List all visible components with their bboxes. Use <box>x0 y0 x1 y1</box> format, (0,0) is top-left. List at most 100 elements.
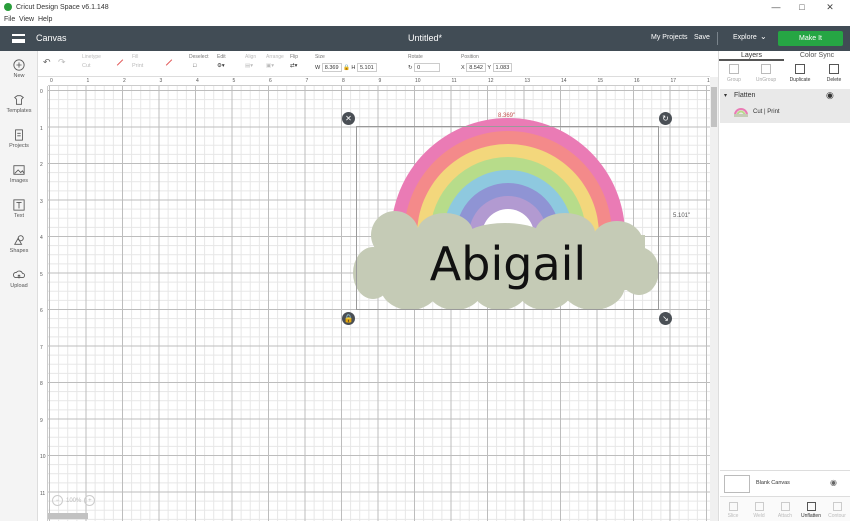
layers-panel: Layers Color Sync Group UnGroup Duplicat… <box>718 51 850 521</box>
ruler-tick-label: 10 <box>415 78 421 84</box>
window-title: Cricut Design Space v6.1.148 <box>16 4 109 11</box>
selection-box <box>356 126 659 310</box>
unflatten-label: Unflatten <box>800 513 821 519</box>
lock-handle-icon[interactable]: 🔒 <box>342 312 355 325</box>
zoom-in-icon[interactable]: + <box>84 495 96 506</box>
vertical-scrollbar[interactable] <box>710 77 718 521</box>
ruler-tick-label: 0 <box>50 78 53 84</box>
sidebar-item-label: New <box>13 73 25 79</box>
x-position-input[interactable]: 8.542 <box>466 63 486 72</box>
deselect-label: Deselect <box>189 54 209 60</box>
tab-color-sync[interactable]: Color Sync <box>784 51 850 61</box>
height-dimension-label: 5.101" <box>673 213 691 219</box>
menu-file[interactable]: File <box>4 16 15 23</box>
layer-item-label: Cut | Print <box>753 109 780 115</box>
fill-value: Print <box>132 63 144 69</box>
slice-button[interactable]: Slice <box>720 502 746 519</box>
projects-icon <box>15 129 23 141</box>
blank-canvas-row[interactable]: Blank Canvas ◉ <box>720 470 850 496</box>
linetype-color-swatch[interactable] <box>116 59 124 66</box>
minimize-icon[interactable]: — <box>766 2 786 12</box>
width-label: W <box>315 64 321 71</box>
save-button[interactable]: Save <box>694 34 710 41</box>
sidebar-item-projects[interactable]: Projects <box>0 129 38 149</box>
chevron-down-icon[interactable]: ⌄ <box>760 32 767 41</box>
height-input[interactable]: 5.101 <box>356 63 377 72</box>
attach-icon <box>780 502 790 511</box>
sidebar-item-new[interactable]: New <box>0 59 38 79</box>
undo-icon[interactable]: ↶ <box>43 57 51 68</box>
canvas-color-swatch[interactable] <box>724 475 750 493</box>
duplicate-label: Duplicate <box>789 77 811 83</box>
contour-label: Contour <box>828 513 846 519</box>
delete-button[interactable]: Delete <box>821 64 847 83</box>
rotate-handle-icon[interactable]: ↻ <box>659 112 672 125</box>
sidebar-item-text[interactable]: Text <box>0 199 38 219</box>
attach-button[interactable]: Attach <box>772 502 798 519</box>
contour-button[interactable]: Contour <box>824 502 850 519</box>
redo-icon[interactable]: ↷ <box>58 57 66 68</box>
ruler-tick-label: 5 <box>232 78 236 84</box>
horizontal-scrollbar[interactable] <box>48 513 88 519</box>
ruler-tick-label: 9 <box>378 78 382 84</box>
layer-item[interactable]: Cut | Print <box>720 103 850 123</box>
ruler-tick-label: 6 <box>269 78 272 84</box>
fill-color-swatch[interactable] <box>165 59 173 66</box>
close-window-icon[interactable]: ✕ <box>820 2 840 13</box>
rotate-input[interactable]: 0 <box>414 63 441 72</box>
left-sidebar: New Templates Projects Images Text Shape… <box>0 51 38 521</box>
y-position-input[interactable]: 1.083 <box>492 63 513 72</box>
ruler-tick-label: 12 <box>488 78 494 84</box>
height-label: H <box>351 64 356 71</box>
flip-label: Flip <box>290 54 299 60</box>
delete-handle-icon[interactable]: ✕ <box>342 112 355 125</box>
app-header: Canvas Untitled* My Projects Save Explor… <box>0 26 850 51</box>
window-title-bar: Cricut Design Space v6.1.148 — □ ✕ <box>0 0 850 15</box>
lock-ratio-icon[interactable]: 🔒 <box>343 65 350 71</box>
layer-thumbnail-icon <box>734 108 748 117</box>
linetype-label: Linetype <box>82 54 101 60</box>
scrollbar-thumb[interactable] <box>711 87 717 127</box>
eye-icon[interactable]: ◉ <box>826 90 834 101</box>
tab-layers[interactable]: Layers <box>719 51 784 61</box>
zoom-out-icon[interactable]: − <box>52 495 63 506</box>
ruler-tick-label: 4 <box>196 78 199 84</box>
size-label: Size <box>315 54 325 60</box>
make-it-button[interactable]: Make It <box>778 31 843 46</box>
sidebar-item-images[interactable]: Images <box>0 164 38 184</box>
ungroup-button[interactable]: UnGroup <box>753 64 779 83</box>
ruler-tick-label: 8 <box>342 78 345 84</box>
width-input[interactable]: 8.369 <box>321 63 342 72</box>
resize-handle-icon[interactable]: ↘ <box>659 312 672 325</box>
unflatten-button[interactable]: Unflatten <box>798 502 824 519</box>
rotate-label: Rotate <box>408 54 423 60</box>
sidebar-item-upload[interactable]: Upload <box>0 269 38 289</box>
chevron-down-icon[interactable]: ▾ <box>724 92 727 99</box>
text-icon <box>13 199 25 211</box>
weld-button[interactable]: Weld <box>746 502 772 519</box>
maximize-icon[interactable]: □ <box>792 2 812 12</box>
my-projects-link[interactable]: My Projects <box>651 34 688 41</box>
menu-help[interactable]: Help <box>38 16 52 23</box>
sidebar-item-templates[interactable]: Templates <box>0 94 38 114</box>
ungroup-icon <box>761 64 771 74</box>
duplicate-button[interactable]: Duplicate <box>787 64 813 83</box>
edit-toolbar: ↶ ↷ Linetype Cut Fill Print Deselect □ E… <box>38 51 710 77</box>
duplicate-icon <box>795 64 805 74</box>
layer-group-row[interactable]: ▾ Flatten ◉ <box>720 89 850 103</box>
ruler-tick-label: 17 <box>670 78 677 84</box>
group-button[interactable]: Group <box>721 64 747 83</box>
hide-eye-icon[interactable]: ◉ <box>830 478 837 487</box>
ruler-tick-label: 7 <box>305 78 309 84</box>
sidebar-item-shapes[interactable]: Shapes <box>0 234 38 254</box>
rotate-icon: ↻ <box>408 64 413 71</box>
ruler-tick-label: 9 <box>40 417 43 424</box>
shapes-icon <box>13 235 24 245</box>
sidebar-item-label: Templates <box>6 108 32 114</box>
menu-view[interactable]: View <box>19 16 34 23</box>
explore-menu[interactable]: Explore <box>733 34 757 41</box>
group-icon <box>729 64 739 74</box>
deselect-icon: □ <box>193 63 197 69</box>
ruler-tick-label: 2 <box>123 78 126 84</box>
ruler-tick-label: 10 <box>40 454 46 460</box>
